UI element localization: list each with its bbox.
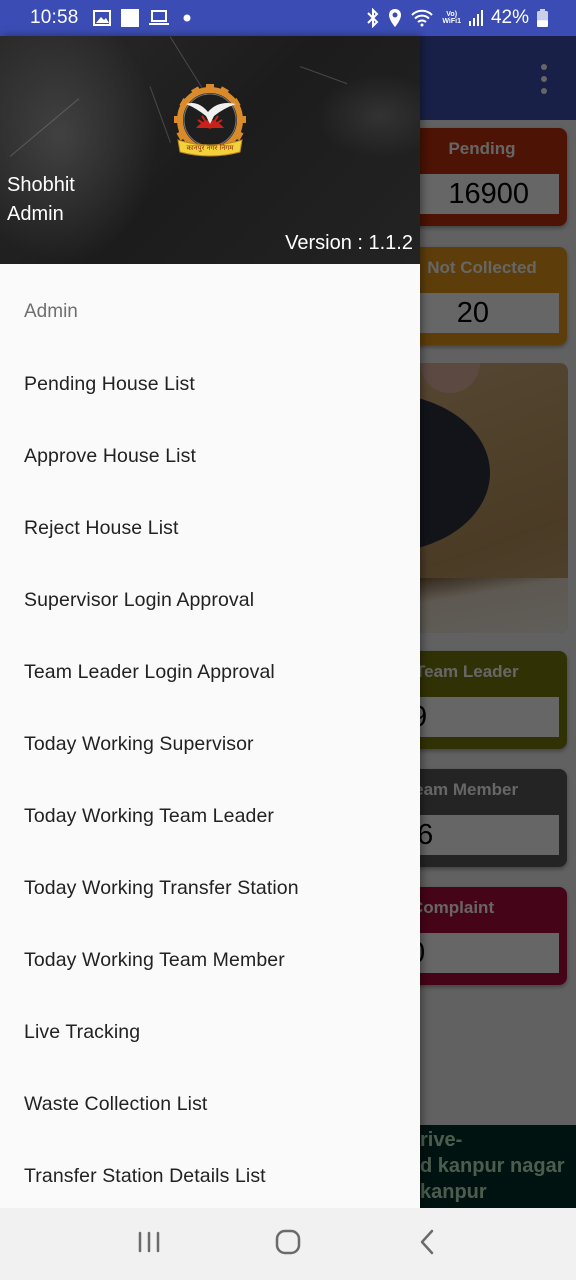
- status-time: 10:58: [30, 7, 79, 28]
- signal-icon: [468, 10, 483, 26]
- dot-icon: [179, 10, 195, 26]
- battery-percent: 42%: [490, 7, 529, 28]
- wifi-calling-icon: [410, 9, 434, 27]
- menu-item-approve-house-list[interactable]: Approve House List: [0, 420, 420, 492]
- menu-item-today-working-transfer-station[interactable]: Today Working Transfer Station: [0, 852, 420, 924]
- app-version: Version : 1.1.2: [285, 232, 413, 254]
- user-role: Admin: [7, 203, 64, 225]
- menu-item-team-leader-login-approval[interactable]: Team Leader Login Approval: [0, 636, 420, 708]
- menu-item-waste-collection-list[interactable]: Waste Collection List: [0, 1068, 420, 1140]
- menu-item-today-working-team-member[interactable]: Today Working Team Member: [0, 924, 420, 996]
- status-bar: 10:58 Vo) WiFi1 42%: [0, 0, 576, 36]
- system-nav-bar: [0, 1208, 576, 1280]
- menu-item-transfer-station-details-list[interactable]: Transfer Station Details List: [0, 1140, 420, 1208]
- battery-icon: [537, 9, 548, 27]
- recents-button[interactable]: [125, 1220, 173, 1268]
- back-icon: [419, 1229, 435, 1260]
- menu-item-supervisor-login-approval[interactable]: Supervisor Login Approval: [0, 564, 420, 636]
- kanpur-nagar-nigam-logo: कानपुर नगर निगम: [168, 82, 252, 160]
- gallery-icon: [92, 10, 111, 26]
- home-button[interactable]: [264, 1220, 312, 1268]
- back-button[interactable]: [403, 1220, 451, 1268]
- svg-text:कानपुर नगर निगम: कानपुर नगर निगम: [187, 143, 235, 152]
- navigation-drawer: कानपुर नगर निगम Shobhit Admin Version : …: [0, 36, 420, 1208]
- menu-item-live-tracking[interactable]: Live Tracking: [0, 996, 420, 1068]
- drawer-header: कानपुर नगर निगम Shobhit Admin Version : …: [0, 36, 420, 264]
- menu-item-pending-house-list[interactable]: Pending House List: [0, 348, 420, 420]
- laptop-icon: [148, 10, 169, 26]
- drawer-menu: Admin Pending House List Approve House L…: [0, 276, 420, 1208]
- menu-item-reject-house-list[interactable]: Reject House List: [0, 492, 420, 564]
- menu-item-today-working-supervisor[interactable]: Today Working Supervisor: [0, 708, 420, 780]
- menu-item-today-working-team-leader[interactable]: Today Working Team Leader: [0, 780, 420, 852]
- bluetooth-icon: [366, 8, 380, 28]
- recents-icon: [137, 1231, 161, 1258]
- location-icon: [388, 8, 402, 28]
- white-square-icon: [120, 9, 139, 27]
- wifi-label: Vo) WiFi1: [442, 11, 461, 25]
- home-icon: [275, 1229, 301, 1260]
- user-name: Shobhit: [7, 174, 75, 196]
- menu-section-admin: Admin: [24, 301, 78, 322]
